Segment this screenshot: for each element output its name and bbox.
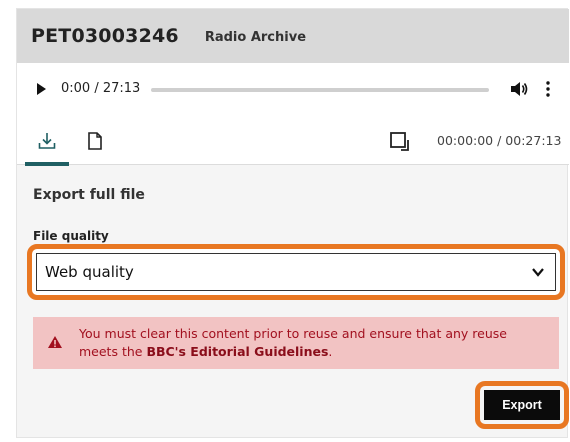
file-quality-label: File quality: [33, 229, 109, 243]
volume-icon[interactable]: [509, 80, 529, 98]
more-options-icon[interactable]: [543, 80, 553, 98]
tab-document[interactable]: [73, 117, 117, 165]
file-quality-value: Web quality: [45, 263, 134, 281]
crop-icon[interactable]: [389, 131, 411, 153]
export-highlight: Export: [475, 381, 569, 429]
progress-bar[interactable]: [151, 88, 489, 92]
page-header: PET03003246 Radio Archive: [17, 9, 569, 63]
player-time: 0:00 / 27:13: [61, 81, 141, 96]
play-icon[interactable]: [37, 83, 46, 95]
tab-download[interactable]: [25, 117, 69, 166]
reuse-warning: You must clear this content prior to reu…: [33, 317, 559, 369]
editorial-guidelines-link[interactable]: BBC's Editorial Guidelines: [146, 344, 328, 359]
audio-player: 0:00 / 27:13: [17, 63, 569, 117]
file-quality-select[interactable]: Web quality: [36, 253, 556, 291]
time-range: 00:00:00 / 00:27:13: [437, 133, 562, 148]
warning-icon: [48, 336, 62, 348]
programme-id: PET03003246: [31, 25, 179, 47]
export-panel: PET03003246 Radio Archive 0:00 / 27:13 0…: [16, 8, 569, 438]
export-button[interactable]: Export: [484, 390, 560, 420]
section-title: Export full file: [33, 187, 145, 203]
chevron-down-icon: [532, 268, 544, 277]
download-icon: [38, 133, 56, 149]
tool-tabs: 00:00:00 / 00:27:13: [17, 117, 569, 166]
document-icon: [88, 132, 102, 150]
file-quality-highlight: Web quality: [27, 244, 565, 300]
collection-name: Radio Archive: [204, 30, 307, 45]
warning-message: You must clear this content prior to reu…: [79, 326, 507, 359]
